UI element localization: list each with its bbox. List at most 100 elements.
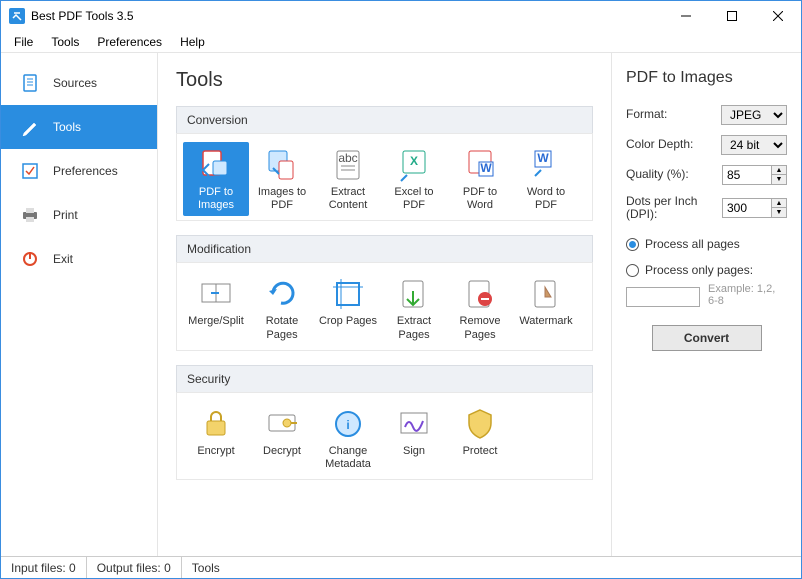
svg-text:W: W	[480, 161, 492, 175]
menu-help[interactable]: Help	[171, 33, 214, 51]
pages-example: Example: 1,2, 6-8	[708, 283, 787, 307]
tool-icon: abc	[331, 148, 365, 182]
menu-file[interactable]: File	[5, 33, 42, 51]
section-body: Merge/SplitRotate Pages Crop Pages Extract…	[176, 262, 593, 350]
tool-images-to-pdf[interactable]: Images to PDF	[249, 142, 315, 216]
main-panel: Tools ConversionPDF to ImagesImages to P…	[158, 53, 611, 556]
radio-icon	[626, 264, 639, 277]
checkbox-icon	[21, 162, 39, 180]
tool-change-metadata[interactable]: i Change Metadata	[315, 401, 381, 475]
sidebar-item-label: Exit	[53, 252, 73, 266]
app-window: Best PDF Tools 3.5 File Tools Preference…	[0, 0, 802, 579]
svg-text:W: W	[537, 151, 549, 165]
pages-input[interactable]	[626, 287, 700, 307]
tool-label: Sign	[403, 445, 425, 458]
titlebar: Best PDF Tools 3.5	[1, 1, 801, 31]
radio-all-pages[interactable]: Process all pages	[626, 237, 787, 251]
quality-input[interactable]	[722, 165, 772, 185]
depth-label: Color Depth:	[626, 138, 721, 151]
sidebar: Sources Tools Preferences Print Exit	[1, 53, 158, 556]
tool-label: Excel to PDF	[383, 186, 445, 212]
tool-rotate-pages[interactable]: Rotate Pages	[249, 271, 315, 345]
dpi-input[interactable]	[722, 198, 772, 218]
window-title: Best PDF Tools 3.5	[31, 9, 663, 23]
app-icon	[9, 8, 25, 24]
tool-watermark[interactable]: Watermark	[513, 271, 579, 345]
tool-label: Change Metadata	[317, 445, 379, 471]
tool-icon	[265, 407, 299, 441]
radio-label: Process only pages:	[645, 263, 753, 277]
sidebar-item-tools[interactable]: Tools	[1, 105, 157, 149]
tool-word-to-pdf[interactable]: WWord to PDF	[513, 142, 579, 216]
tool-icon	[397, 407, 431, 441]
quality-label: Quality (%):	[626, 168, 722, 181]
maximize-button[interactable]	[709, 1, 755, 31]
section-header: Modification	[176, 235, 593, 262]
svg-text:i: i	[346, 418, 349, 432]
tool-icon	[199, 407, 233, 441]
format-select[interactable]: JPEG	[721, 105, 787, 125]
quality-spinner[interactable]: ▲▼	[772, 165, 787, 185]
tool-extract-content[interactable]: abcExtract Content	[315, 142, 381, 216]
radio-icon	[626, 238, 639, 251]
radio-only-pages[interactable]: Process only pages:	[626, 263, 787, 277]
tool-icon	[199, 148, 233, 182]
tool-excel-to-pdf[interactable]: X Excel to PDF	[381, 142, 447, 216]
menubar: File Tools Preferences Help	[1, 31, 801, 53]
tool-extract-pages[interactable]: Extract Pages	[381, 271, 447, 345]
tool-merge-split[interactable]: Merge/Split	[183, 271, 249, 345]
tool-label: Remove Pages	[449, 315, 511, 341]
close-button[interactable]	[755, 1, 801, 31]
tool-pdf-to-word[interactable]: W PDF to Word	[447, 142, 513, 216]
sidebar-item-label: Sources	[53, 76, 97, 90]
power-icon	[21, 250, 39, 268]
sidebar-item-print[interactable]: Print	[1, 193, 157, 237]
statusbar: Input files: 0 Output files: 0 Tools	[1, 556, 801, 578]
sidebar-item-exit[interactable]: Exit	[1, 237, 157, 281]
section-header: Conversion	[176, 106, 593, 133]
svg-text:abc: abc	[338, 151, 357, 165]
body: Sources Tools Preferences Print Exit Too…	[1, 53, 801, 556]
status-output-files: Output files: 0	[87, 557, 182, 578]
tool-icon	[199, 277, 233, 311]
convert-button[interactable]: Convert	[652, 325, 762, 351]
minimize-button[interactable]	[663, 1, 709, 31]
tool-label: PDF to Word	[449, 186, 511, 212]
sidebar-item-sources[interactable]: Sources	[1, 61, 157, 105]
right-panel: PDF to Images Format: JPEG Color Depth: …	[611, 53, 801, 556]
tool-icon: W	[463, 148, 497, 182]
tool-icon	[463, 277, 497, 311]
dpi-label: Dots per Inch (DPI):	[626, 195, 722, 221]
tool-label: Watermark	[519, 315, 572, 328]
tool-icon	[397, 277, 431, 311]
tool-label: PDF to Images	[185, 186, 247, 212]
dpi-spinner[interactable]: ▲▼	[772, 198, 787, 218]
tool-decrypt[interactable]: Decrypt	[249, 401, 315, 475]
tool-label: Decrypt	[263, 445, 301, 458]
tool-icon: X	[397, 148, 431, 182]
depth-select[interactable]: 24 bit	[721, 135, 787, 155]
tool-icon: i	[331, 407, 365, 441]
tool-sign[interactable]: Sign	[381, 401, 447, 475]
tool-label: Crop Pages	[319, 315, 377, 328]
section-header: Security	[176, 365, 593, 392]
tool-label: Extract Pages	[383, 315, 445, 341]
status-input-files: Input files: 0	[1, 557, 87, 578]
menu-preferences[interactable]: Preferences	[88, 33, 171, 51]
sidebar-item-preferences[interactable]: Preferences	[1, 149, 157, 193]
sidebar-item-label: Preferences	[53, 164, 118, 178]
sidebar-item-label: Tools	[53, 120, 81, 134]
tool-protect[interactable]: Protect	[447, 401, 513, 475]
tool-pdf-to-images[interactable]: PDF to Images	[183, 142, 249, 216]
tool-remove-pages[interactable]: Remove Pages	[447, 271, 513, 345]
status-context: Tools	[182, 557, 801, 578]
tool-label: Encrypt	[197, 445, 234, 458]
menu-tools[interactable]: Tools	[42, 33, 88, 51]
tool-icon	[265, 148, 299, 182]
radio-label: Process all pages	[645, 237, 740, 251]
tool-icon	[463, 407, 497, 441]
tool-icon: W	[529, 148, 563, 182]
tool-crop-pages[interactable]: Crop Pages	[315, 271, 381, 345]
tool-icon	[331, 277, 365, 311]
tool-encrypt[interactable]: Encrypt	[183, 401, 249, 475]
